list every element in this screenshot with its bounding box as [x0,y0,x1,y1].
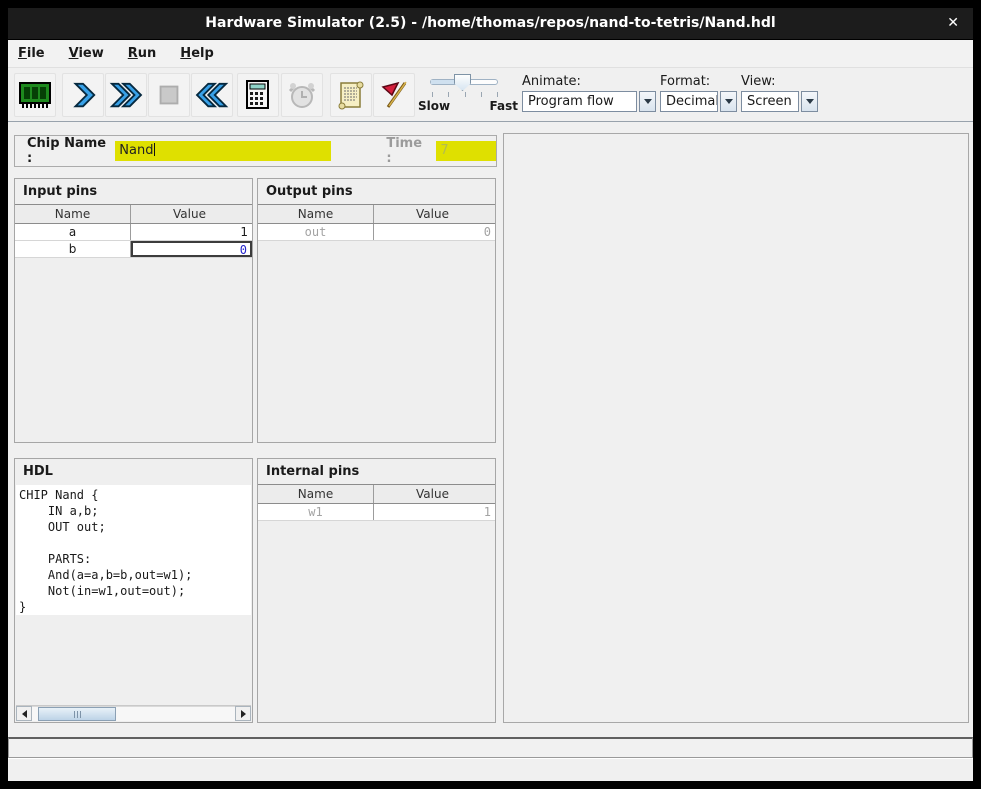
input-pins-table: Name Value a 1 b 0 [15,204,252,258]
view-select[interactable]: Screen [741,91,799,112]
close-icon[interactable]: ✕ [947,15,959,31]
script-icon [336,79,366,111]
scroll-right-arrow-icon[interactable] [235,706,251,721]
chip-display-area [503,133,969,723]
slider-slow-label: Slow [418,99,450,113]
animate-group: Animate: Program flow [522,74,656,112]
menu-help[interactable]: Help [180,46,213,61]
internal-pins-title: Internal pins [258,459,495,484]
flag-icon [378,79,410,111]
fast-forward-icon [109,80,143,110]
input-pins-title: Input pins [15,179,252,204]
table-row[interactable]: a 1 [15,224,252,241]
toolbar: Slow Fast Animate: Program flow Format: … [8,68,973,122]
scrollbar-track[interactable] [32,706,235,721]
pin-value[interactable]: 1 [131,224,252,240]
single-step-icon [68,80,98,110]
table-header-row: Name Value [258,205,495,224]
pin-name: out [258,224,374,240]
view-group: View: Screen [741,74,818,112]
hdl-horizontal-scrollbar[interactable] [16,705,251,721]
slider-thumb[interactable] [454,74,471,91]
scroll-left-arrow-icon[interactable] [16,706,32,721]
reset-button[interactable] [191,73,233,117]
stop-button[interactable] [148,73,190,117]
calculator-icon [244,79,272,111]
pin-name: a [15,224,131,240]
table-header-row: Name Value [15,205,252,224]
format-dropdown-arrow-icon[interactable] [720,91,737,112]
evaluate-button[interactable] [237,73,279,117]
chip-name-label: Chip Name : [27,136,109,166]
internal-pins-table: Name Value w1 1 [258,484,495,521]
load-chip-button[interactable] [14,73,56,117]
chip-icon [18,79,52,111]
output-pins-panel: Output pins Name Value out 0 [257,178,496,443]
code-line: Not(in=w1,out=out); [19,583,251,599]
format-group: Format: Decimal [660,74,737,112]
window-title: Hardware Simulator (2.5) - /home/thomas/… [8,15,973,31]
table-header-row: Name Value [258,485,495,504]
run-button[interactable] [105,73,147,117]
code-line: IN a,b; [19,503,251,519]
animate-select[interactable]: Program flow [522,91,637,112]
menu-bar: File View Run Help [8,40,973,68]
menu-view[interactable]: View [69,46,104,61]
scrollbar-thumb[interactable] [38,707,116,721]
single-step-button[interactable] [62,73,104,117]
table-row: out 0 [258,224,495,241]
pin-value: 1 [374,504,495,520]
hdl-code-view[interactable]: CHIP Nand { IN a,b; OUT out; PARTS: And(… [16,485,251,615]
hdl-title: HDL [15,459,252,484]
text-caret [154,143,155,156]
input-pins-panel: Input pins Name Value a 1 b 0 [14,178,253,443]
pin-name: b [15,241,131,257]
main-content: Chip Name : Nand Time : 7 Input pins Nam… [8,122,973,781]
menu-file[interactable]: File [18,46,45,61]
pin-name: w1 [258,504,374,520]
chip-header-bar: Chip Name : Nand Time : 7 [14,135,497,167]
code-line: PARTS: [19,551,251,567]
format-label: Format: [660,74,737,89]
clock-button[interactable] [281,73,323,117]
time-label: Time : [386,136,428,166]
view-label: View: [741,74,818,89]
view-dropdown-arrow-icon[interactable] [801,91,818,112]
status-message-bar [8,737,973,758]
breakpoints-button[interactable] [373,73,415,117]
speed-slider[interactable]: Slow Fast [416,71,518,119]
pin-value-editor[interactable]: 0 [131,241,252,257]
view-hdl-button[interactable] [330,73,372,117]
output-pins-title: Output pins [258,179,495,204]
format-select[interactable]: Decimal [660,91,718,112]
pin-value: 0 [374,224,495,240]
output-pins-table: Name Value out 0 [258,204,495,241]
slider-ticks [432,92,498,97]
app-window: Hardware Simulator (2.5) - /home/thomas/… [8,8,973,781]
stop-icon [154,80,184,110]
code-line: OUT out; [19,519,251,535]
code-line [19,535,251,551]
menu-run[interactable]: Run [128,46,157,61]
animate-label: Animate: [522,74,656,89]
chip-name-input[interactable]: Nand [115,141,331,161]
hdl-panel: HDL CHIP Nand { IN a,b; OUT out; PARTS: … [14,458,253,723]
animate-dropdown-arrow-icon[interactable] [639,91,656,112]
code-line: CHIP Nand { [19,487,251,503]
time-field: 7 [436,141,496,161]
title-bar: Hardware Simulator (2.5) - /home/thomas/… [8,8,973,40]
code-line: And(a=a,b=b,out=w1); [19,567,251,583]
rewind-icon [195,80,229,110]
table-row: w1 1 [258,504,495,521]
internal-pins-panel: Internal pins Name Value w1 1 [257,458,496,723]
slider-fast-label: Fast [490,99,518,113]
table-row[interactable]: b 0 [15,241,252,258]
code-line: } [19,599,251,615]
clock-icon [286,79,318,111]
